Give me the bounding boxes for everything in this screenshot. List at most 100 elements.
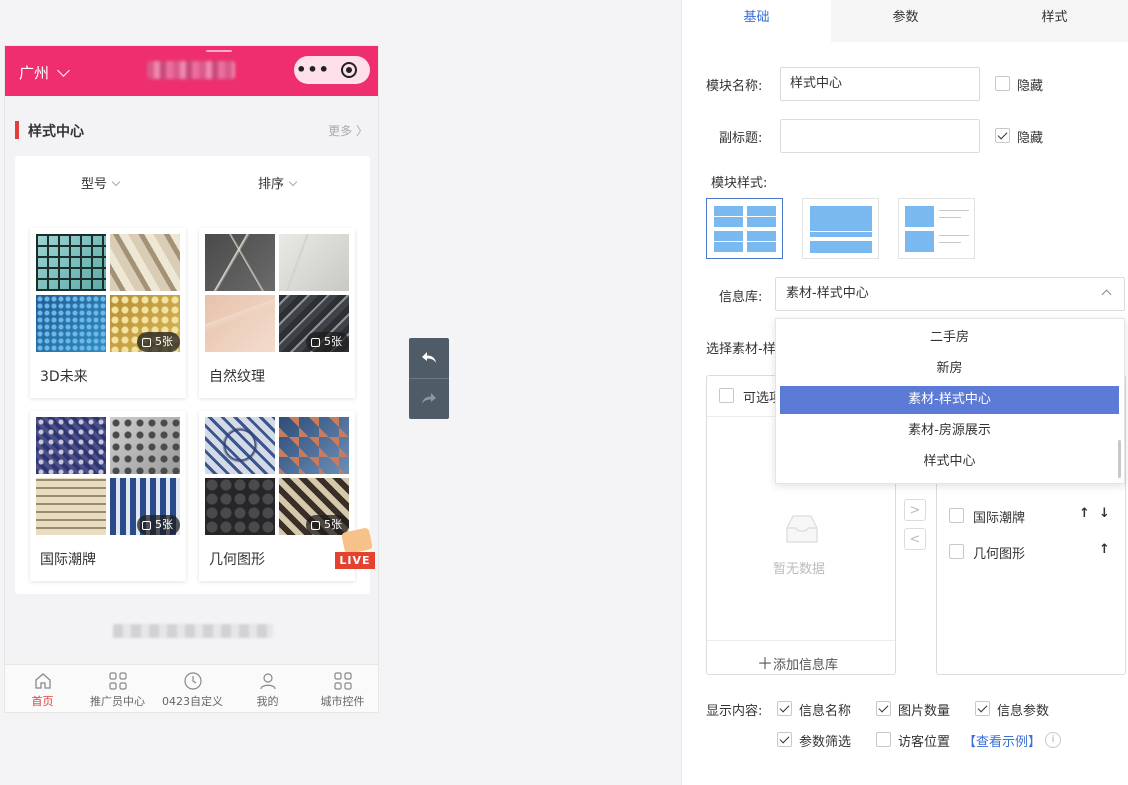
dropdown-option[interactable]: 素材-房源展示 (780, 417, 1119, 445)
tab-label: 我的 (256, 695, 279, 708)
add-info-lib-label: 添加信息库 (773, 658, 839, 673)
tile-image (110, 234, 180, 291)
tile-name: 国际潮牌 (40, 552, 96, 568)
view-example-link[interactable]: 【查看示例】 (963, 731, 1041, 750)
tab-home[interactable]: 首页 (5, 665, 80, 712)
display-option-label: 信息参数 (997, 704, 1050, 719)
select-all-checkbox[interactable] (719, 388, 734, 403)
image-count-badge: 5张 (137, 332, 180, 352)
settings-tabs: 基础 参数 样式 (682, 0, 1128, 42)
undo-redo-toolbar (409, 338, 449, 419)
live-badge[interactable]: LIVE (335, 527, 375, 572)
add-info-lib-button[interactable]: ＋添加信息库 (757, 650, 838, 674)
subtitle-input[interactable] (780, 119, 980, 153)
select-material-label: 选择素材-样 (706, 342, 776, 357)
style-line (939, 210, 969, 211)
image-count: 5张 (324, 335, 342, 348)
tile-image (110, 417, 180, 474)
info-lib-select[interactable]: 素材-样式中心 (775, 277, 1125, 311)
tile-image (279, 417, 349, 474)
hide-subtitle-label: 隐藏 (1017, 131, 1044, 146)
dropdown-option[interactable]: 样式中心 (780, 448, 1119, 476)
drag-handle[interactable] (206, 50, 232, 52)
style-option-banner[interactable] (802, 198, 879, 259)
tab-label: 城市控件 (320, 695, 365, 708)
live-camera-icon (341, 527, 373, 555)
tab-basic[interactable]: 基础 (682, 0, 831, 42)
user-icon (259, 673, 276, 690)
tab-promoter[interactable]: 推广员中心 (80, 665, 155, 712)
style-tile-3d[interactable]: 5张 3D未来 (30, 228, 186, 398)
style-line (939, 217, 961, 218)
tab-mine[interactable]: 我的 (230, 665, 305, 712)
filter-model-label: 型号 (81, 177, 108, 192)
style-line (939, 235, 969, 236)
info-lib-dropdown: 二手房 新房 素材-样式中心 素材-房源展示 样式中心 (775, 318, 1125, 484)
copy-icon (311, 337, 320, 347)
dropdown-option[interactable]: 二手房 (780, 324, 1119, 352)
info-icon[interactable]: i (1045, 732, 1061, 748)
filter-sort[interactable]: 排序 (258, 173, 298, 192)
copy-icon (311, 520, 320, 530)
arrow-up-icon[interactable]: ↑ (1099, 542, 1110, 557)
blurred-title (147, 61, 235, 79)
transfer-item-label: 国际潮牌 (973, 511, 1026, 526)
image-count: 5张 (155, 518, 173, 531)
section-title: 样式中心 (28, 124, 84, 140)
undo-button[interactable] (409, 338, 449, 378)
hide-subtitle-checkbox[interactable] (995, 128, 1010, 143)
item-checkbox[interactable] (949, 544, 964, 559)
redo-button[interactable] (409, 379, 449, 419)
style-tile-trend[interactable]: 5张 国际潮牌 (30, 411, 186, 581)
more-dots-icon[interactable]: ••• (294, 56, 332, 84)
tile-image (205, 295, 275, 352)
display-option-label: 参数筛选 (799, 735, 852, 750)
info-lib-value: 素材-样式中心 (786, 286, 869, 301)
tile-image (36, 417, 106, 474)
city-selector[interactable]: 广州 (19, 62, 70, 83)
tile-name: 几何图形 (209, 552, 265, 568)
tile-image (36, 295, 106, 352)
tab-city-widget[interactable]: 城市控件 (305, 665, 378, 712)
grid-icon (108, 672, 127, 690)
info-lib-label: 信息库: (719, 290, 763, 305)
style-tile-geometric[interactable]: 5张 几何图形 (199, 411, 355, 581)
arrow-down-icon[interactable]: ↓ (1099, 506, 1110, 521)
home-icon (34, 673, 51, 689)
display-option-label: 信息名称 (799, 704, 852, 719)
style-line (810, 231, 872, 232)
phone-header: 广州 ••• (5, 46, 378, 96)
style-line (747, 216, 776, 217)
filter-model[interactable]: 型号 (81, 173, 121, 192)
hide-title-checkbox[interactable] (995, 76, 1010, 91)
section-more-link[interactable]: 更多 〉 (328, 122, 368, 139)
dropdown-option-selected[interactable]: 素材-样式中心 (780, 386, 1119, 414)
tab-custom[interactable]: 0423自定义 (155, 665, 230, 712)
dropdown-scrollbar[interactable] (1118, 440, 1121, 478)
image-count-badge: 5张 (306, 332, 349, 352)
style-tile-natural[interactable]: 5张 自然纹理 (199, 228, 355, 398)
item-checkbox[interactable] (949, 508, 964, 523)
display-name-checkbox[interactable] (777, 701, 792, 716)
close-target-icon[interactable] (341, 62, 357, 78)
tab-label: 首页 (31, 695, 54, 708)
style-line (747, 241, 776, 242)
display-count-checkbox[interactable] (876, 701, 891, 716)
tab-style[interactable]: 样式 (980, 0, 1128, 42)
display-location-checkbox[interactable] (876, 732, 891, 747)
module-style-label: 模块样式: (711, 176, 768, 191)
chevron-left-icon: < (909, 531, 921, 547)
tile-image (205, 478, 275, 535)
dropdown-option[interactable]: 新房 (780, 355, 1119, 383)
tile-image (279, 234, 349, 291)
display-filter-checkbox[interactable] (777, 732, 792, 747)
display-params-checkbox[interactable] (975, 701, 990, 716)
module-name-input[interactable]: 样式中心 (780, 67, 980, 101)
tab-params[interactable]: 参数 (831, 0, 980, 42)
chevron-down-icon (111, 177, 121, 187)
style-option-grid[interactable] (706, 198, 783, 259)
style-option-list[interactable] (898, 198, 975, 259)
transfer-left-button[interactable]: < (904, 528, 926, 550)
transfer-right-button[interactable]: > (904, 499, 926, 521)
arrow-up-icon[interactable]: ↑ (1079, 506, 1090, 521)
